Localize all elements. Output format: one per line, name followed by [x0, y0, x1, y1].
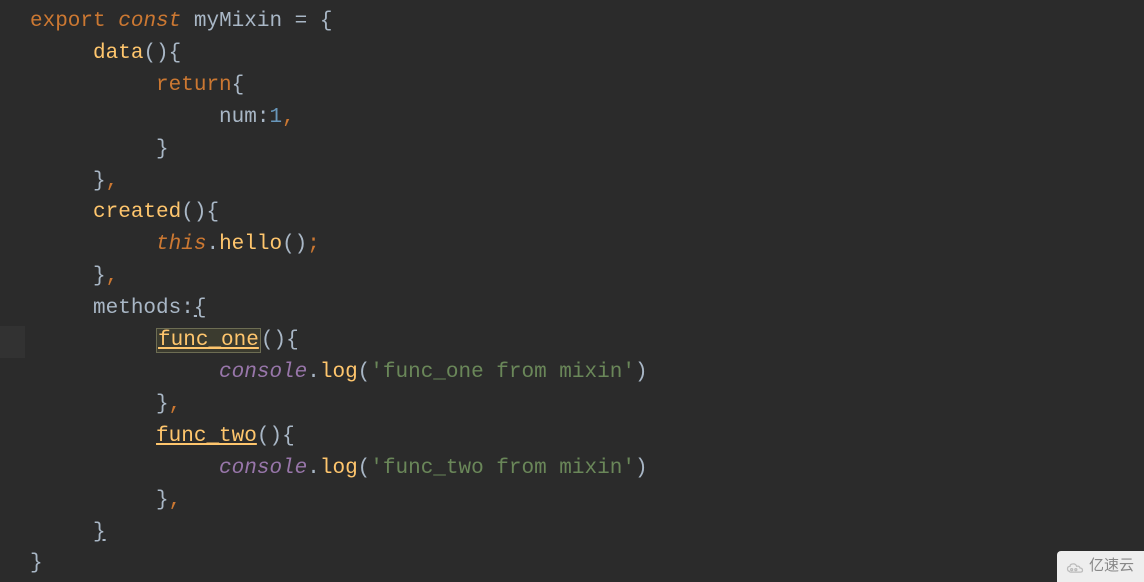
method-name: func_one	[158, 329, 259, 352]
method-call: log	[320, 361, 358, 384]
comma: ,	[282, 106, 295, 129]
parens: ()	[282, 233, 307, 256]
code-line: }	[30, 548, 1144, 580]
code-line: export const myMixin = {	[30, 6, 1144, 38]
property-key: methods	[93, 297, 181, 320]
brace: {	[320, 10, 333, 33]
keyword-this: this	[156, 233, 206, 256]
console-object: console	[219, 457, 307, 480]
console-object: console	[219, 361, 307, 384]
code-line: num:1,	[30, 102, 1144, 134]
cloud-icon	[1065, 560, 1085, 574]
comma: ,	[106, 170, 119, 193]
dot: .	[307, 361, 320, 384]
brace: }	[93, 521, 106, 544]
brace: }	[156, 489, 169, 512]
brace: {	[206, 201, 219, 224]
code-editor[interactable]: export const myMixin = { data(){ return{…	[0, 0, 1144, 580]
indent	[30, 201, 93, 224]
watermark-text: 亿速云	[1089, 555, 1134, 578]
paren-open: (	[358, 361, 371, 384]
paren-close: )	[635, 457, 648, 480]
method-call: hello	[219, 233, 282, 256]
identifier: myMixin	[194, 10, 282, 33]
indent	[30, 106, 219, 129]
keyword-const: const	[118, 10, 181, 33]
code-line: func_one(){	[30, 325, 1144, 357]
brace: }	[93, 170, 106, 193]
comma: ,	[169, 393, 182, 416]
colon: :	[257, 106, 270, 129]
paren-open: (	[358, 457, 371, 480]
code-line: },	[30, 166, 1144, 198]
semicolon: ;	[307, 233, 320, 256]
brace: }	[30, 552, 43, 575]
indent	[30, 265, 93, 288]
indent	[30, 170, 93, 193]
indent	[30, 329, 156, 352]
keyword-return: return	[156, 74, 232, 97]
number-literal: 1	[269, 106, 282, 129]
code-line: func_two(){	[30, 421, 1144, 453]
indent	[30, 297, 93, 320]
brace: {	[194, 297, 207, 320]
indent	[30, 457, 219, 480]
indent	[30, 138, 156, 161]
comma: ,	[106, 265, 119, 288]
parens: ()	[143, 42, 168, 65]
method-call: log	[320, 457, 358, 480]
keyword-export: export	[30, 10, 106, 33]
code-line: console.log('func_two from mixin')	[30, 453, 1144, 485]
paren-close: )	[635, 361, 648, 384]
string-literal: 'func_two from mixin'	[370, 457, 635, 480]
dot: .	[307, 457, 320, 480]
operator: =	[282, 10, 320, 33]
brace: {	[286, 329, 299, 352]
code-line: }	[30, 134, 1144, 166]
indent	[30, 393, 156, 416]
code-line: },	[30, 485, 1144, 517]
comma: ,	[169, 489, 182, 512]
code-line: methods:{	[30, 293, 1144, 325]
indent	[30, 42, 93, 65]
indent	[30, 489, 156, 512]
code-line: console.log('func_one from mixin')	[30, 357, 1144, 389]
code-line: data(){	[30, 38, 1144, 70]
indent	[30, 425, 156, 448]
code-line: },	[30, 261, 1144, 293]
parens: ()	[181, 201, 206, 224]
watermark-badge: 亿速云	[1057, 551, 1144, 582]
brace: {	[232, 74, 245, 97]
property-key: num	[219, 106, 257, 129]
code-line: },	[30, 389, 1144, 421]
brace: }	[156, 138, 169, 161]
indent	[30, 233, 156, 256]
indent	[30, 74, 156, 97]
method-name: data	[93, 42, 143, 65]
brace: {	[282, 425, 295, 448]
method-name: func_two	[156, 425, 257, 448]
method-name: created	[93, 201, 181, 224]
string-literal: 'func_one from mixin'	[370, 361, 635, 384]
code-line: created(){	[30, 197, 1144, 229]
code-line: return{	[30, 70, 1144, 102]
parens: ()	[261, 329, 286, 352]
dot: .	[206, 233, 219, 256]
brace: }	[156, 393, 169, 416]
parens: ()	[257, 425, 282, 448]
colon: :	[181, 297, 194, 320]
code-line: this.hello();	[30, 229, 1144, 261]
brace: {	[169, 42, 182, 65]
code-line: }	[30, 517, 1144, 549]
indent	[30, 521, 93, 544]
cursor-highlight: func_one	[156, 328, 261, 353]
indent	[30, 361, 219, 384]
brace: }	[93, 265, 106, 288]
